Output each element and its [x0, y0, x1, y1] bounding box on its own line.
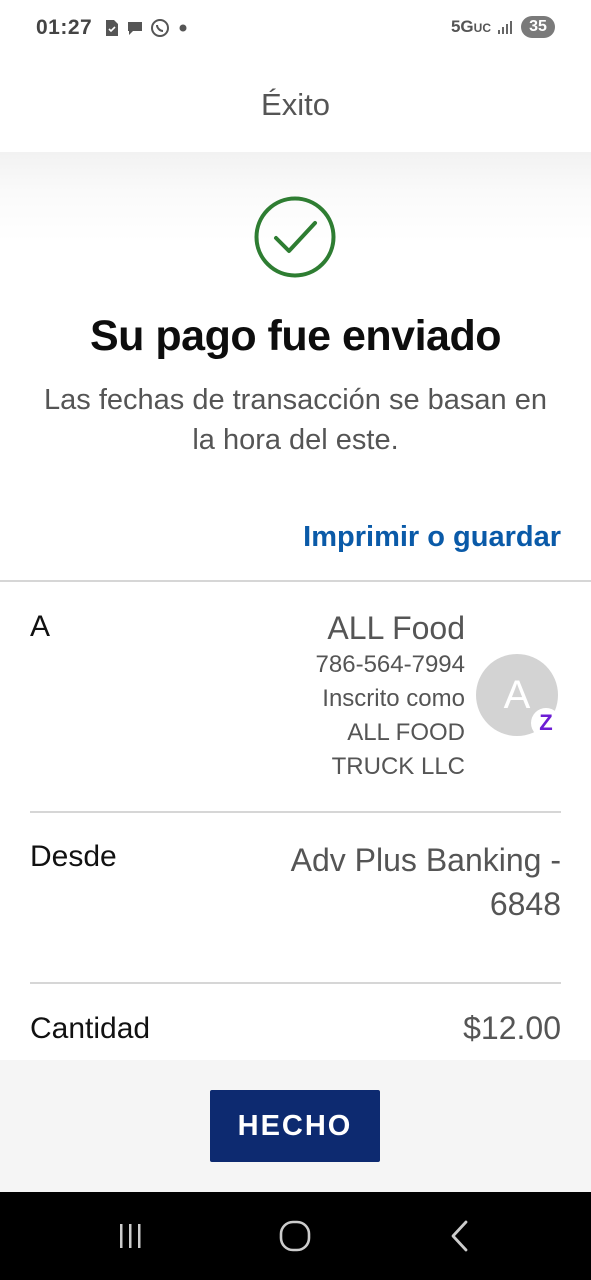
- dot-icon: [179, 24, 187, 32]
- signal-icon: [498, 21, 512, 34]
- amount-label: Cantidad: [30, 1012, 151, 1045]
- network-label: 5GUC: [450, 17, 491, 36]
- home-icon: [279, 1220, 311, 1252]
- notification-icons: [104, 18, 190, 38]
- to-label: A: [30, 610, 51, 643]
- recipient-phone: 786-564-7994: [315, 651, 465, 678]
- print-or-save-link[interactable]: Imprimir o guardar: [303, 521, 561, 554]
- whatsapp-icon: [151, 19, 169, 37]
- back-button[interactable]: [438, 1214, 482, 1258]
- footer: HECHO: [0, 1060, 591, 1192]
- document-icon: [106, 20, 118, 36]
- page-title: Éxito: [261, 87, 330, 122]
- recent-apps-icon: [120, 1224, 141, 1248]
- from-account: Adv Plus Banking - 6848: [290, 842, 561, 922]
- recent-apps-button[interactable]: [108, 1214, 152, 1258]
- enrolled-name-line1: ALL FOOD: [347, 719, 465, 746]
- divider: [0, 580, 591, 582]
- enrolled-as-label: Inscrito como: [322, 685, 465, 712]
- status-bar: 01:27 5GUC 35: [0, 0, 591, 58]
- status-right: 5GUC 35: [451, 16, 555, 38]
- success-section: Su pago fue enviado Las fechas de transa…: [0, 152, 591, 580]
- divider: [30, 982, 561, 984]
- status-time: 01:27: [36, 16, 93, 39]
- divider: [30, 811, 561, 813]
- system-nav-bar: [0, 1192, 591, 1280]
- back-chevron-icon: [451, 1220, 468, 1252]
- check-circle-icon: [254, 196, 336, 278]
- success-title: Su pago fue enviado: [90, 312, 502, 360]
- zelle-badge-icon: Z: [531, 708, 561, 738]
- success-subtitle: Las fechas de transacción se basan en la…: [44, 384, 547, 456]
- recipient-info: ALL Food 786-564-7994 Inscrito como ALL …: [316, 608, 465, 784]
- amount-value: $12.00: [463, 1010, 561, 1046]
- chat-icon: [128, 22, 142, 35]
- recipient-name: ALL Food: [327, 610, 465, 646]
- enrolled-name-line2: TRUCK LLC: [331, 753, 465, 780]
- done-button[interactable]: HECHO: [210, 1090, 380, 1162]
- app-header: Éxito: [0, 58, 591, 152]
- battery-indicator: 35: [521, 16, 555, 38]
- home-button[interactable]: [273, 1214, 317, 1258]
- from-label: Desde: [30, 840, 117, 873]
